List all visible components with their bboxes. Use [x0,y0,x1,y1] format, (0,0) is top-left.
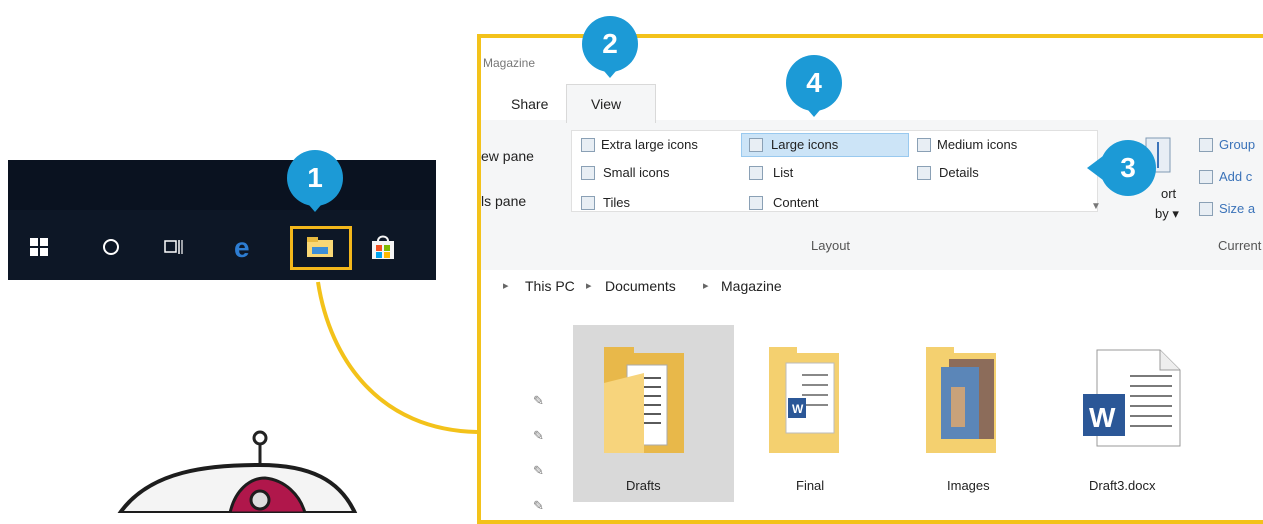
pin-icon[interactable]: ✎ [533,428,544,444]
layout-large-icons[interactable]: Large icons [771,137,838,152]
folder-final-icon[interactable]: W [764,343,854,468]
size-columns-icon [1199,202,1213,216]
store-icon[interactable] [368,232,398,262]
tiles-icon [581,196,595,210]
folder-drafts-icon[interactable] [599,343,699,468]
layout-extra-large-icons[interactable]: Extra large icons [601,137,698,152]
folder-images-icon[interactable] [921,343,1011,468]
layout-content[interactable]: Content [773,195,819,210]
pin-icon[interactable]: ✎ [533,463,544,479]
callout-pointer-icon [598,64,622,78]
callout-pointer-icon [802,103,826,117]
breadcrumb-this-pc[interactable]: This PC [525,278,575,294]
pin-icon[interactable]: ✎ [533,498,544,514]
current-view-group-label: Current [1218,238,1262,253]
file-explorer-highlight [290,226,352,270]
details-icon [917,166,931,180]
callout-badge-3: 3 [1100,140,1156,196]
tab-view-label[interactable]: View [591,96,621,112]
group-by-button[interactable]: Group [1219,137,1255,152]
taskbar-top-area [8,160,436,210]
breadcrumb-magazine[interactable]: Magazine [721,278,782,294]
edge-icon[interactable]: e [230,232,260,262]
breadcrumb-separator-icon: ▸ [586,280,592,292]
sort-label-bottom[interactable]: by ▾ [1155,206,1179,222]
size-columns-button[interactable]: Size a [1219,201,1255,216]
task-view-icon[interactable] [158,232,188,262]
sort-label-top[interactable]: ort [1161,186,1176,201]
breadcrumb-separator-icon: ▸ [503,280,509,292]
navigation-pane-button[interactable]: ew pane [481,148,534,164]
layout-group-label: Layout [811,238,851,253]
breadcrumb-documents[interactable]: Documents [605,278,676,294]
file-name[interactable]: Draft3.docx [1089,478,1155,493]
pin-icon[interactable]: ✎ [533,393,544,409]
small-icons-icon [581,166,595,180]
breadcrumb-separator-icon: ▸ [703,280,709,292]
file-name[interactable]: Drafts [626,478,661,493]
details-pane-button[interactable]: ls pane [481,193,526,209]
content-icon [749,196,763,210]
list-icon [749,166,763,180]
group-by-icon [1199,138,1213,152]
svg-text:W: W [1089,402,1116,433]
file-name[interactable]: Images [947,478,990,493]
word-document-icon[interactable]: W [1075,338,1185,463]
robot-mascot-image [117,430,358,513]
callout-pointer-icon [1087,156,1103,180]
address-bar[interactable] [481,270,1263,303]
window-title: Magazine [483,56,536,70]
add-columns-icon [1199,170,1213,184]
layout-medium-icons[interactable]: Medium icons [937,137,1017,152]
add-columns-button[interactable]: Add c [1219,169,1252,184]
tab-share[interactable]: Share [511,96,548,112]
svg-text:e: e [234,234,250,260]
callout-pointer-icon [303,198,327,212]
layout-details[interactable]: Details [939,165,979,180]
gallery-more-arrow-icon[interactable]: ▼ [1091,201,1101,212]
layout-small-icons[interactable]: Small icons [603,165,669,180]
windows-start-icon[interactable] [24,232,54,262]
extra-large-icons-icon [581,138,595,152]
large-icons-icon [749,138,763,152]
layout-tiles[interactable]: Tiles [603,195,630,210]
medium-icons-icon [917,138,931,152]
file-explorer-window: Magazine Share View ew pane ls pane Extr… [477,34,1263,524]
svg-text:W: W [792,402,804,416]
file-name[interactable]: Final [796,478,824,493]
cortana-circle-icon[interactable] [96,232,126,262]
layout-list[interactable]: List [773,165,793,180]
